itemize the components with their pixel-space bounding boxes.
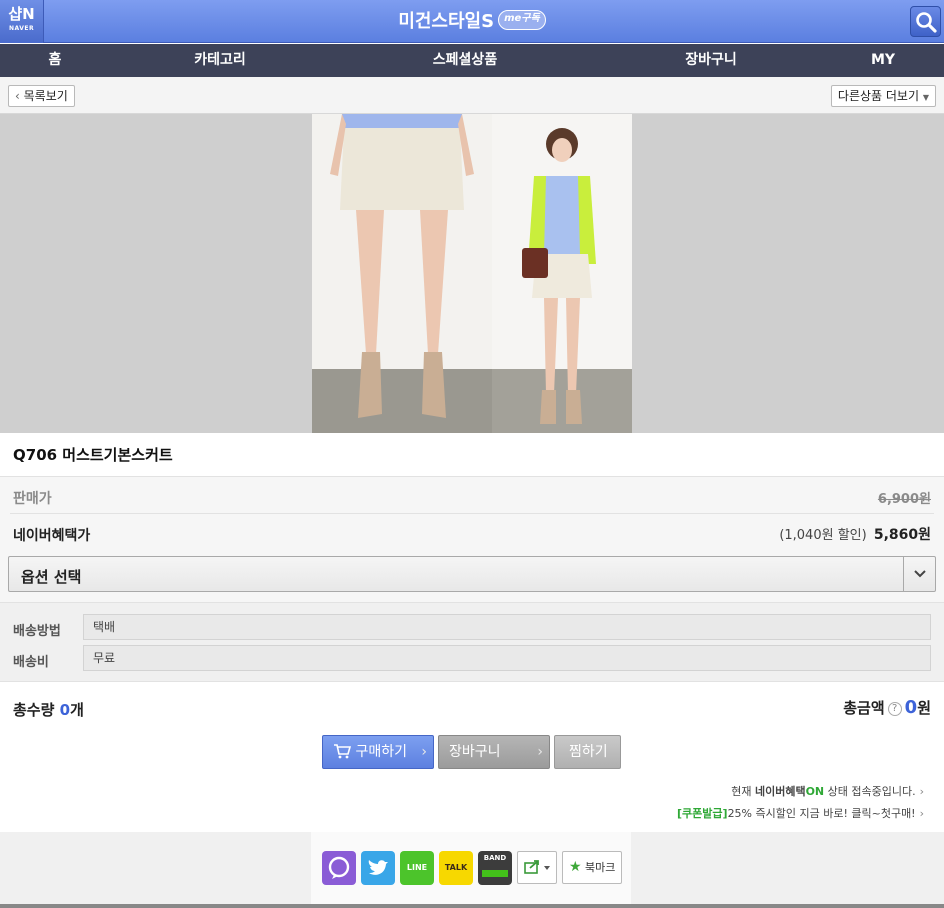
- store-title: 미건스타일S me구독: [0, 0, 944, 43]
- total-quantity-value: 0: [59, 701, 71, 719]
- status-brand: 네이버혜택: [754, 785, 806, 798]
- share-kakaotalk-button[interactable]: TALK: [439, 851, 473, 885]
- total-amount-unit: 원: [917, 699, 931, 717]
- more-share-button[interactable]: [517, 851, 557, 884]
- shipping-fee-value: 무료: [83, 645, 931, 671]
- status-suffix: 상태 접속중입니다.: [824, 785, 916, 798]
- caret-down-icon: ▼: [922, 93, 929, 102]
- total-amount-value: 0: [904, 697, 918, 718]
- band-stripe-icon: [482, 870, 508, 877]
- add-to-cart-button[interactable]: 장바구니 ›: [438, 735, 550, 769]
- line-label: LINE: [406, 863, 428, 872]
- more-label: 다른상품 더보기: [837, 89, 920, 103]
- total-amount: 총금액? 0원: [843, 697, 931, 718]
- nav-home[interactable]: 홈: [49, 44, 62, 77]
- chevron-right-icon: ›: [537, 744, 543, 760]
- total-amount-label: 총금액: [843, 699, 885, 717]
- speech-bubble-icon: [328, 856, 350, 879]
- cart-label: 장바구니: [449, 744, 501, 760]
- nav-special[interactable]: 스페셜상품: [433, 44, 497, 77]
- coupon-text: 25% 즉시할인 지금 바로! 클릭~첫구매!: [727, 807, 916, 820]
- share-kakaostory-button[interactable]: [322, 851, 356, 885]
- product-photo-left[interactable]: [312, 114, 492, 433]
- sale-price-label: 판매가: [13, 491, 52, 507]
- wishlist-label: 찜하기: [569, 744, 608, 760]
- back-label: 목록보기: [23, 89, 68, 103]
- share-arrow-icon: [524, 860, 550, 874]
- benefit-status-link[interactable]: 현재 네이버혜택ON 상태 접속중입니다. ›: [731, 783, 924, 799]
- status-prefix: 현재: [731, 785, 755, 798]
- product-title: Q706 머스트기본스커트: [13, 446, 173, 464]
- coupon-link[interactable]: [쿠폰발급]25% 즉시할인 지금 바로! 클릭~첫구매! ›: [677, 805, 924, 821]
- cart-icon: [334, 744, 352, 759]
- search-icon: [916, 12, 937, 33]
- sub-toolbar: ‹ 목록보기 다른상품 더보기 ▼: [0, 77, 944, 114]
- status-on: ON: [805, 785, 825, 798]
- talk-label: TALK: [444, 863, 468, 872]
- nav-cart[interactable]: 장바구니: [685, 44, 737, 77]
- discount-note: (1,040원 할인): [779, 528, 867, 543]
- price-divider: [10, 513, 934, 514]
- nav-my[interactable]: MY: [871, 44, 895, 77]
- search-button[interactable]: [910, 6, 941, 37]
- store-name[interactable]: 미건스타일S: [398, 11, 494, 32]
- back-to-list-button[interactable]: ‹ 목록보기: [8, 85, 75, 107]
- band-label: BAND: [483, 854, 507, 862]
- chevron-left-icon: ‹: [15, 89, 20, 103]
- total-quantity-unit: 개: [70, 701, 84, 719]
- subscribe-badge[interactable]: me구독: [498, 10, 546, 30]
- shipping-method-value: 택배: [83, 614, 931, 640]
- share-band-button[interactable]: BAND: [478, 851, 512, 885]
- bottom-divider: [0, 904, 944, 908]
- product-photo-right[interactable]: [492, 114, 632, 433]
- chevron-right-icon: ›: [421, 744, 427, 760]
- coupon-tag: [쿠폰발급]: [677, 807, 728, 820]
- buy-label: 구매하기: [355, 744, 407, 760]
- bookmark-button[interactable]: ★ 북마크: [562, 851, 622, 884]
- main-nav: 홈 카테고리 스페셜상품 장바구니 MY: [0, 44, 944, 77]
- shipping-method-label: 배송방법: [13, 624, 61, 639]
- chevron-down-icon: [903, 557, 935, 591]
- chevron-right-icon: ›: [919, 785, 924, 798]
- total-quantity-label: 총수량: [13, 701, 55, 719]
- shipping-info: 배송방법 택배 배송비 무료: [0, 602, 944, 682]
- app-header: 샵N NAVER 미건스타일S me구독: [0, 0, 944, 43]
- share-line-button[interactable]: LINE: [400, 851, 434, 885]
- benefit-price-label: 네이버혜택가: [13, 528, 91, 544]
- shipping-fee-label: 배송비: [13, 655, 49, 670]
- benefit-price: 5,860원: [873, 527, 931, 543]
- help-icon[interactable]: ?: [887, 702, 902, 716]
- wishlist-button[interactable]: 찜하기: [554, 735, 621, 769]
- product-image-area: [0, 114, 944, 433]
- option-select[interactable]: 옵션 선택: [8, 556, 936, 592]
- share-twitter-button[interactable]: [361, 851, 395, 885]
- nav-category[interactable]: 카테고리: [194, 44, 246, 77]
- chevron-right-icon: ›: [919, 807, 924, 820]
- option-select-label: 옵션 선택: [21, 568, 82, 586]
- buy-button[interactable]: 구매하기 ›: [322, 735, 434, 769]
- benefit-price-row: (1,040원 할인) 5,860원: [779, 524, 931, 544]
- twitter-bird-icon: [368, 860, 388, 875]
- original-price: 6,900원: [877, 492, 931, 507]
- more-products-button[interactable]: 다른상품 더보기 ▼: [830, 85, 936, 107]
- star-icon: ★: [569, 859, 582, 875]
- bookmark-label: 북마크: [585, 861, 616, 874]
- total-quantity: 총수량 0개: [13, 699, 84, 720]
